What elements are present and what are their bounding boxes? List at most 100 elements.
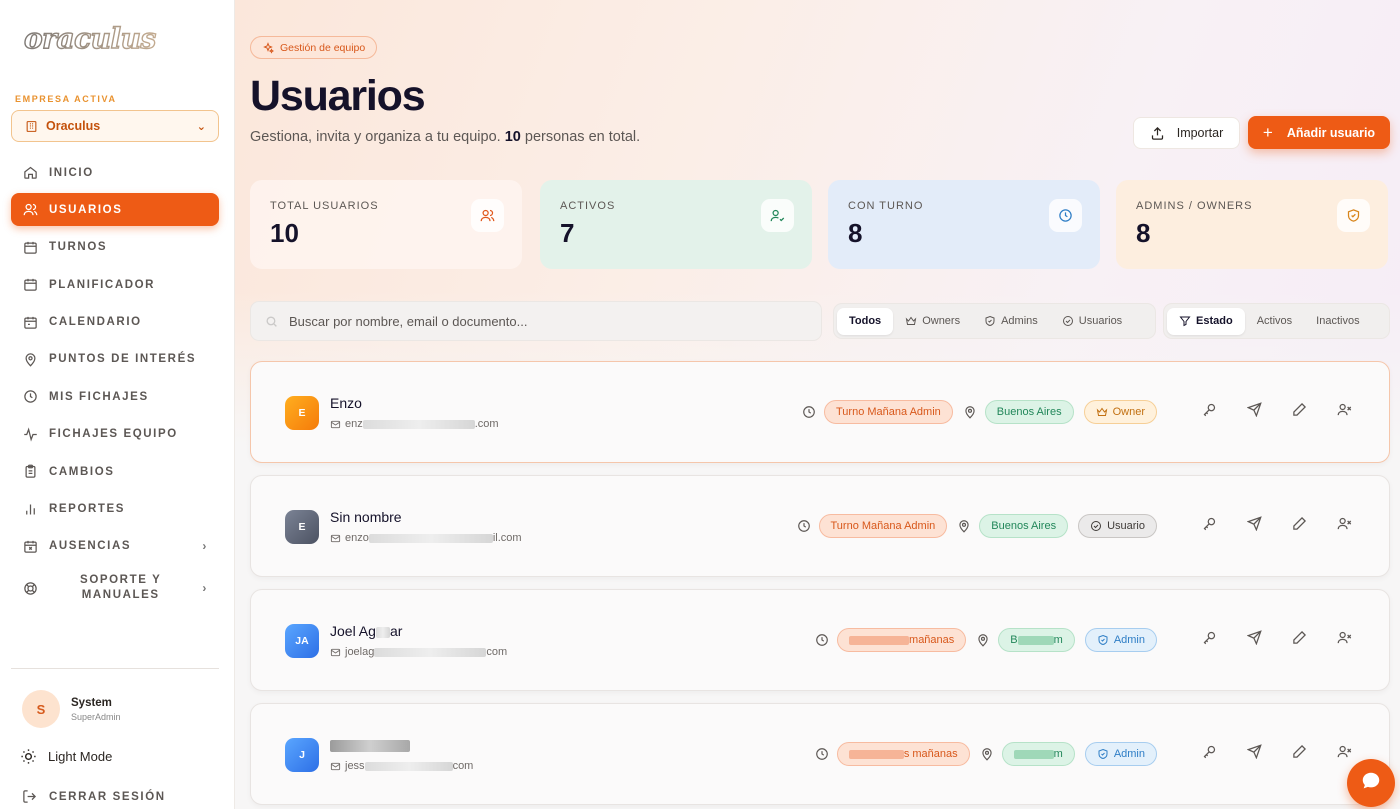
building-icon — [24, 119, 38, 133]
key-icon[interactable] — [1201, 515, 1217, 531]
sidebar-nav: INICIO USUARIOS TURNOS PLANIFICADOR CALE… — [11, 156, 219, 614]
user-x-icon[interactable] — [1336, 743, 1352, 759]
sidebar-item-label: PLANIFICADOR — [49, 278, 156, 291]
calendar-icon — [22, 314, 38, 330]
sidebar-item-usuarios[interactable]: USUARIOS — [11, 193, 219, 227]
sidebar-item-inicio[interactable]: INICIO — [11, 156, 219, 189]
send-icon[interactable] — [1246, 515, 1262, 531]
chat-button[interactable] — [1347, 759, 1395, 807]
sun-icon — [20, 748, 38, 765]
send-icon[interactable] — [1246, 743, 1262, 759]
map-pin-icon — [980, 747, 994, 761]
filter-estado[interactable]: Estado — [1167, 307, 1245, 335]
sidebar-item-reportes[interactable]: REPORTES — [11, 493, 219, 526]
user-check-icon — [761, 199, 794, 232]
shift-badge: s mañanas — [836, 742, 970, 766]
avatar: JA — [285, 624, 319, 658]
user-email: joelag com — [330, 646, 507, 658]
pencil-icon[interactable] — [1291, 401, 1307, 417]
section-tag: Gestión de equipo — [250, 36, 378, 59]
filter-icon — [1179, 315, 1191, 327]
user-card[interactable]: JA Joel Ag ar joelag com mañanas Bm Admin — [250, 589, 1390, 691]
sidebar-item-ausencias[interactable]: AUSENCIAS › — [11, 530, 219, 563]
sidebar-item-label: CALENDARIO — [49, 316, 142, 329]
crown-icon — [905, 315, 917, 327]
user-email: enzo il.com — [330, 532, 522, 544]
sidebar-item-label: PUNTOS DE INTERÉS — [49, 353, 197, 366]
filter-todos[interactable]: Todos — [837, 307, 894, 335]
user-name: Joel Ag ar — [330, 623, 403, 639]
sidebar-item-soporte[interactable]: SOPORTE Y MANUALES › — [11, 567, 219, 609]
import-label: Importar — [1176, 126, 1224, 140]
send-icon[interactable] — [1246, 629, 1262, 645]
sidebar-item-calendario[interactable]: CALENDARIO — [11, 306, 219, 339]
user-card[interactable]: J jess com s mañanas m Admin — [250, 703, 1390, 805]
user-card[interactable]: E Enzo enz .com Turno Mañana Admin Buenos… — [250, 361, 1390, 463]
key-icon[interactable] — [1201, 401, 1217, 417]
user-x-icon[interactable] — [1336, 629, 1352, 645]
user-x-icon[interactable] — [1336, 401, 1352, 417]
avatar: S — [22, 690, 60, 728]
map-pin-icon — [22, 351, 38, 367]
users-icon — [471, 199, 504, 232]
user-name: Sin nombre — [330, 509, 402, 525]
sidebar-item-label: AUSENCIAS — [49, 540, 132, 553]
sidebar-item-label: FICHAJES EQUIPO — [49, 428, 178, 441]
svg-text:oraculus: oraculus — [24, 22, 156, 55]
company-label: EMPRESA ACTIVA — [15, 94, 117, 104]
shift-badge: Turno Mañana Admin — [818, 514, 948, 538]
location-badge: Bm — [998, 628, 1075, 652]
app-logo[interactable]: oraculus — [22, 18, 172, 58]
filter-usuarios[interactable]: Usuarios — [1050, 308, 1134, 335]
add-user-button[interactable]: + Añadir usuario — [1248, 116, 1390, 149]
filter-inactivos[interactable]: Inactivos — [1304, 308, 1371, 335]
shield-icon — [1097, 634, 1109, 646]
send-icon[interactable] — [1246, 401, 1262, 417]
user-profile[interactable]: S System SuperAdmin — [22, 690, 121, 728]
sidebar-item-planificador[interactable]: PLANIFICADOR — [11, 268, 219, 301]
role-badge: Usuario — [1078, 514, 1157, 538]
calendar-icon — [22, 239, 38, 255]
section-tag-label: Gestión de equipo — [280, 41, 366, 54]
pencil-icon[interactable] — [1291, 515, 1307, 531]
plus-icon: + — [1262, 122, 1273, 142]
filter-admins[interactable]: Admins — [972, 308, 1050, 335]
location-badge: Buenos Aires — [979, 514, 1069, 538]
user-name: Enzo — [330, 395, 362, 411]
pencil-icon[interactable] — [1291, 743, 1307, 759]
activity-icon — [22, 426, 38, 442]
sidebar-item-fichajes-equipo[interactable]: FICHAJES EQUIPO — [11, 418, 219, 451]
check-circle-icon — [1090, 520, 1102, 532]
role-badge: Owner — [1083, 400, 1157, 424]
sparkles-icon — [262, 41, 274, 54]
company-select[interactable]: Oraculus ⌄ — [11, 110, 219, 142]
stat-total-usuarios: TOTAL USUARIOS 10 — [250, 180, 522, 269]
shift-badge: Turno Mañana Admin — [824, 400, 953, 424]
search-icon — [265, 315, 279, 328]
key-icon[interactable] — [1201, 629, 1217, 645]
sidebar-item-cambios[interactable]: CAMBIOS — [11, 455, 219, 488]
light-mode-toggle[interactable]: Light Mode — [20, 748, 112, 765]
user-card[interactable]: E Sin nombre enzo il.com Turno Mañana Adm… — [250, 475, 1390, 577]
sidebar: oraculus EMPRESA ACTIVA Oraculus ⌄ INICI… — [0, 0, 235, 809]
calendar-x-icon — [22, 538, 38, 554]
sidebar-item-mis-fichajes[interactable]: MIS FICHAJES — [11, 380, 219, 413]
shift-badge: mañanas — [837, 628, 967, 652]
user-x-icon[interactable] — [1336, 515, 1352, 531]
user-name: System — [71, 696, 112, 709]
clipboard-icon — [22, 464, 38, 480]
import-button[interactable]: Importar — [1133, 117, 1240, 149]
logout-button[interactable]: CERRAR SESIÓN — [22, 789, 166, 804]
filter-activos[interactable]: Activos — [1245, 308, 1304, 335]
pencil-icon[interactable] — [1291, 629, 1307, 645]
map-pin-icon — [963, 405, 977, 419]
stat-con-turno: CON TURNO 8 — [828, 180, 1100, 269]
key-icon[interactable] — [1201, 743, 1217, 759]
chevron-down-icon: ⌄ — [196, 120, 206, 133]
search-input[interactable]: Buscar por nombre, email o documento... — [250, 301, 822, 341]
filter-owners[interactable]: Owners — [893, 308, 972, 335]
sidebar-item-turnos[interactable]: TURNOS — [11, 231, 219, 264]
clock-icon — [815, 633, 829, 647]
user-role: SuperAdmin — [71, 711, 121, 722]
sidebar-item-puntos-de-interes[interactable]: PUNTOS DE INTERÉS — [11, 343, 219, 376]
